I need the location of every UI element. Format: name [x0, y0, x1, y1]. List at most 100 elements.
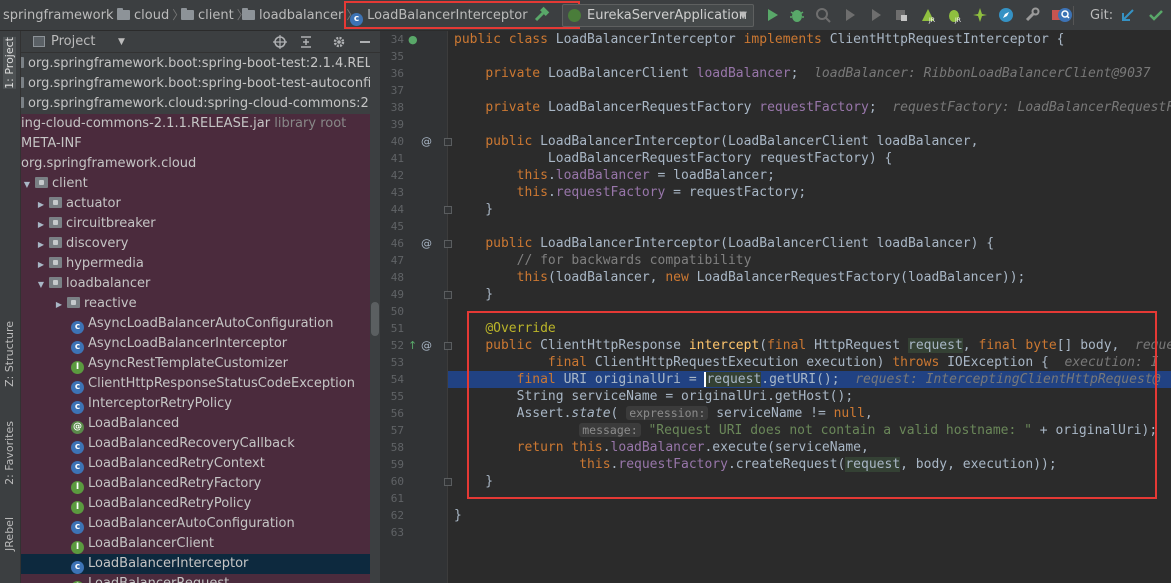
breadcrumb-springframework[interactable]: springframework〉 — [3, 0, 133, 31]
code-editor[interactable]: 34 ● 35 36 37 38 39 40 @41 42 43 44 45 46 @47 48 49 50 51 5… — [380, 31, 1171, 583]
tree-item[interactable]: ing-cloud-commons-2.1.1.RELEASE.jar libr… — [21, 114, 370, 134]
tree-item[interactable]: ▶ reactive — [21, 294, 370, 314]
annotation-marker-icon[interactable]: @ — [421, 235, 432, 252]
tree-item[interactable]: ▼ client — [21, 174, 370, 194]
jrebel-update-icon[interactable] — [971, 6, 989, 24]
chevron-down-icon[interactable]: ▼ — [118, 31, 125, 53]
tree-class-item[interactable]: c LoadBalancedRecoveryCallback — [21, 434, 370, 454]
collapsed-arrow-icon[interactable]: ▶ — [35, 235, 47, 255]
fold-marker-icon[interactable] — [444, 478, 452, 486]
tree-class-item[interactable]: c InterceptorRetryPolicy — [21, 394, 370, 414]
locate-file-icon[interactable] — [272, 34, 288, 50]
tree-item-label: AsyncLoadBalancerAutoConfiguration — [88, 316, 334, 331]
code-line[interactable]: public class LoadBalancerInterceptor imp… — [454, 31, 1065, 48]
fold-marker-icon[interactable] — [444, 240, 452, 248]
profile-icon[interactable] — [841, 6, 859, 24]
project-panel-header: Project ▼ — [21, 31, 380, 53]
tree-class-item[interactable]: I LoadBalancedRetryPolicy — [21, 494, 370, 514]
attach-debugger-icon[interactable] — [892, 6, 910, 24]
run-config-icon[interactable] — [867, 6, 885, 24]
tree-class-item[interactable]: ILoadBalancerRequest — [21, 574, 370, 583]
tree-class-item[interactable]: @ LoadBalanced — [21, 414, 370, 434]
tree-class-item[interactable]: c LoadBalancedRetryContext — [21, 454, 370, 474]
collapsed-arrow-icon[interactable]: ▶ — [35, 215, 47, 235]
collapsed-arrow-icon[interactable]: ▶ — [35, 255, 47, 275]
tree-class-item[interactable]: I LoadBalancerClient — [21, 534, 370, 554]
coverage-icon[interactable] — [814, 6, 832, 24]
tree-scrollbar-thumb[interactable] — [371, 302, 379, 336]
debug-icon[interactable] — [788, 6, 806, 24]
tab-jrebel[interactable]: JRebel — [3, 517, 16, 551]
tree-item[interactable]: org.springframework.cloud — [21, 154, 370, 174]
tree-item[interactable]: ▶ hypermedia — [21, 254, 370, 274]
spring-boot-icon — [568, 9, 581, 22]
gear-icon[interactable] — [331, 34, 347, 50]
jrebel-debug-icon[interactable]: JR — [945, 6, 963, 24]
tree-class-item[interactable]: I LoadBalancedRetryFactory — [21, 474, 370, 494]
spring-bean-icon[interactable]: ● — [408, 31, 418, 48]
run-config-select[interactable]: EurekaServerApplication ▼ — [562, 4, 754, 27]
fold-marker-icon[interactable] — [444, 342, 452, 350]
code-line[interactable]: this.loadBalancer = loadBalancer; — [454, 167, 775, 184]
code-line[interactable]: this(loadBalancer, new LoadBalancerReque… — [454, 269, 1026, 286]
annotation-marker-icon[interactable]: @ — [421, 337, 432, 354]
tree-item-label: client — [52, 176, 88, 191]
run-icon[interactable] — [763, 6, 781, 24]
code-line[interactable]: } — [454, 507, 462, 524]
package-icon — [49, 277, 62, 288]
code-line[interactable]: public LoadBalancerInterceptor(LoadBalan… — [454, 235, 994, 252]
tree-class-item[interactable]: c ClientHttpResponseStatusCodeException — [21, 374, 370, 394]
library-icon — [21, 97, 24, 108]
collapse-all-icon[interactable] — [298, 34, 314, 50]
collapsed-arrow-icon[interactable]: ▶ — [35, 195, 47, 215]
tab-favorites[interactable]: 2: Favorites — [3, 421, 16, 485]
code-line[interactable]: this.requestFactory = requestFactory; — [454, 184, 807, 201]
tab-project[interactable]: 1: Project — [3, 37, 16, 89]
expanded-arrow-icon[interactable]: ▼ — [21, 175, 33, 195]
tree-item[interactable]: org.springframework.boot:spring-boot-tes… — [21, 54, 380, 74]
code-line[interactable]: public LoadBalancerInterceptor(LoadBalan… — [454, 133, 978, 150]
tree-class-item[interactable]: c AsyncLoadBalancerAutoConfiguration — [21, 314, 370, 334]
collapsed-arrow-icon[interactable]: ▶ — [53, 295, 65, 315]
tree-scrollbar[interactable] — [370, 54, 380, 583]
code-line[interactable]: private LoadBalancerRequestFactory reque… — [454, 99, 1171, 116]
code-line[interactable]: } — [454, 286, 493, 303]
annotation-marker-icon[interactable]: @ — [421, 133, 432, 150]
code-line[interactable]: } — [454, 201, 493, 218]
fold-marker-icon[interactable] — [444, 206, 452, 214]
tree-class-item[interactable]: c LoadBalancerAutoConfiguration — [21, 514, 370, 534]
code-line[interactable]: LoadBalancerRequestFactory requestFactor… — [454, 150, 892, 167]
code-line[interactable]: private LoadBalancerClient loadBalancer;… — [454, 65, 1150, 82]
breadcrumb-cloud[interactable]: cloud 〉 — [117, 0, 188, 31]
line-number: 42 — [390, 169, 404, 182]
jrebel-run-icon[interactable]: JR — [919, 6, 937, 24]
tab-structure[interactable]: Z: Structure — [3, 321, 16, 387]
expanded-arrow-icon[interactable]: ▼ — [35, 275, 47, 295]
tree-item[interactable]: ▶ circuitbreaker — [21, 214, 370, 234]
hide-panel-icon[interactable] — [357, 34, 373, 50]
class-icon: c — [71, 521, 84, 534]
tree-item[interactable]: org.springframework.cloud:spring-cloud-c… — [21, 94, 380, 114]
tree-class-item[interactable]: I AsyncRestTemplateCustomizer — [21, 354, 370, 374]
tree-class-item[interactable]: c AsyncLoadBalancerInterceptor — [21, 334, 370, 354]
tree-item[interactable]: ▼ loadbalancer — [21, 274, 370, 294]
tree-item[interactable]: org.springframework.boot:spring-boot-tes… — [21, 74, 380, 94]
line-number: 61 — [390, 492, 404, 505]
git-commit-icon[interactable] — [1147, 6, 1165, 24]
tree-item[interactable]: ▶ actuator — [21, 194, 370, 214]
fold-marker-icon[interactable] — [444, 138, 452, 146]
search-everywhere-icon[interactable] — [1056, 6, 1074, 24]
tree-item[interactable]: META-INF — [21, 134, 370, 154]
wrench-icon[interactable] — [1023, 6, 1041, 24]
line-number: 54 — [390, 373, 404, 386]
compass-icon[interactable] — [997, 6, 1015, 24]
project-view-icon — [33, 36, 45, 47]
class-icon: c — [71, 561, 84, 574]
code-line[interactable]: // for backwards compatibility — [454, 252, 752, 269]
tree-item[interactable]: ▶ discovery — [21, 234, 370, 254]
override-marker-icon[interactable]: ↑ — [408, 337, 417, 354]
fold-marker-icon[interactable] — [444, 291, 452, 299]
git-update-icon[interactable] — [1119, 6, 1137, 24]
tree-class-item[interactable]: c LoadBalancerInterceptor — [21, 554, 370, 574]
project-panel-title[interactable]: Project — [51, 31, 95, 53]
